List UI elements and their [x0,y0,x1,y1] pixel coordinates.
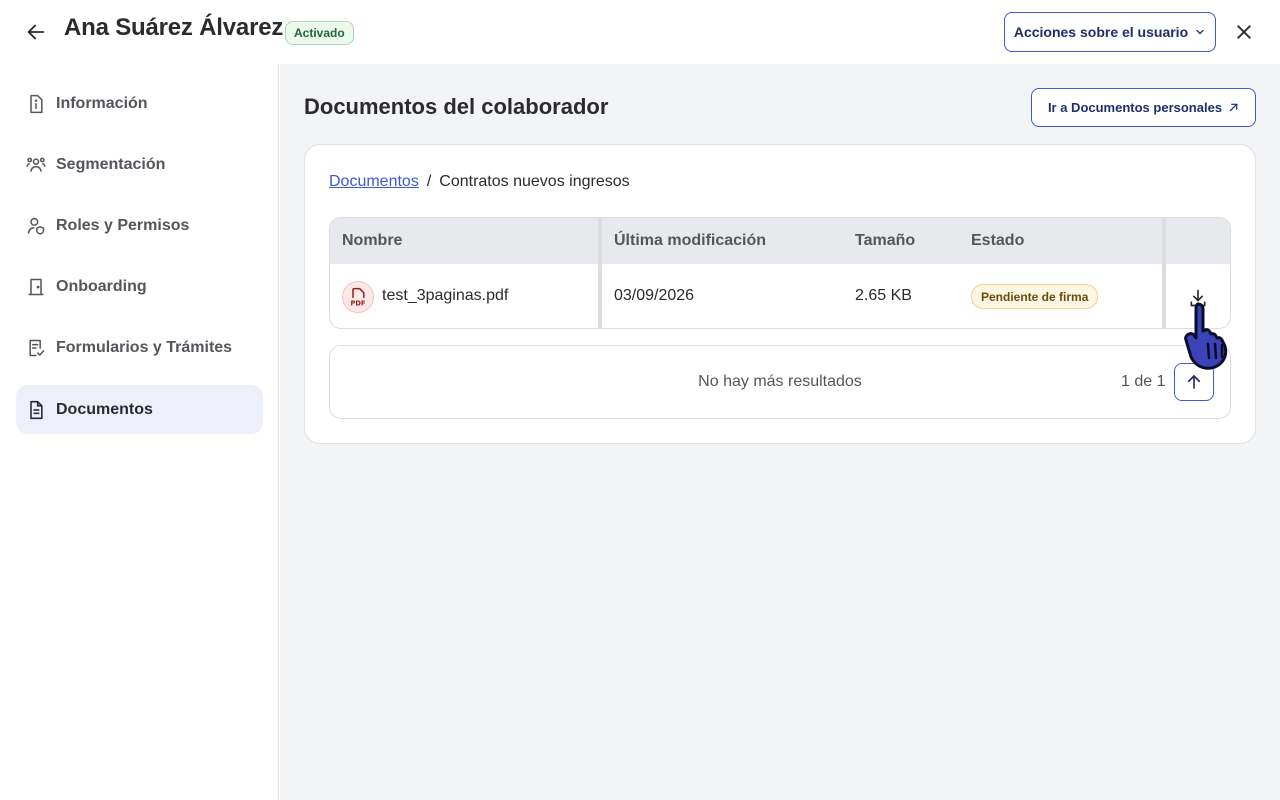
file-size: 2.65 KB [855,287,912,304]
arrow-up-icon [1187,375,1201,389]
sidebar-item-label: Segmentación [56,155,166,173]
column-header-modified[interactable]: Última modificación [614,232,766,250]
breadcrumb-current: Contratos nuevos ingresos [439,173,630,190]
file-name[interactable]: test_3paginas.pdf [382,287,508,305]
sidebar-item-label: Información [56,94,148,112]
svg-text:PDF: PDF [351,299,366,307]
sidebar-item-informacion[interactable]: Información [16,79,263,128]
sidebar-item-label: Onboarding [56,277,147,295]
group-icon [26,155,46,175]
top-header: Ana Suárez Álvarez Activado Acciones sob… [0,0,1280,64]
pagination-bar: No hay más resultados 1 de 1 [329,345,1231,419]
sidebar-item-roles[interactable]: Roles y Permisos [16,201,263,250]
sidebar-item-formularios[interactable]: Formularios y Trámites [16,323,263,372]
column-header-size[interactable]: Tamaño [855,232,915,250]
back-button[interactable] [22,18,50,46]
document-icon [26,400,46,420]
main-content: Documentos del colaborador Ir a Document… [280,64,1280,800]
personal-documents-label: Ir a Documentos personales [1047,100,1223,115]
personal-documents-button[interactable]: Ir a Documentos personales [1031,88,1256,127]
page-title: Documentos del colaborador [304,94,609,119]
breadcrumb-separator: / [426,173,432,190]
door-icon [26,277,46,297]
close-icon [1237,25,1251,39]
user-actions-label: Acciones sobre el usuario [1013,24,1189,40]
sidebar-item-label: Formularios y Trámites [56,338,233,356]
documents-card: Documentos / Contratos nuevos ingresos N… [304,144,1256,444]
sidebar: Información Segmentación Roles y Permiso… [0,64,279,800]
arrow-left-icon [27,24,45,40]
download-icon [1190,289,1206,307]
form-check-icon [26,338,46,358]
table-header: Nombre Última modificación Tamaño Estado [330,218,1230,264]
pdf-file-icon: PDF [342,281,374,313]
column-header-status[interactable]: Estado [971,232,1024,250]
user-name-title: Ana Suárez Álvarez [64,14,284,41]
page-count: 1 de 1 [1121,373,1166,390]
sidebar-item-onboarding[interactable]: Onboarding [16,262,263,311]
sidebar-item-segmentacion[interactable]: Segmentación [16,140,263,189]
chevron-down-icon [1196,29,1204,35]
user-shield-icon [26,216,46,236]
column-divider [598,218,602,328]
sidebar-item-label: Roles y Permisos [56,216,190,234]
status-badge: Activado [285,21,354,45]
breadcrumb-root-link[interactable]: Documentos [329,173,419,191]
sidebar-item-label: Documentos [56,400,153,418]
close-button[interactable] [1230,18,1258,46]
documents-table: Nombre Última modificación Tamaño Estado… [329,217,1231,329]
user-actions-button[interactable]: Acciones sobre el usuario [1004,12,1216,52]
file-status-badge: Pendiente de firma [971,284,1099,309]
no-more-results-text: No hay más resultados [698,373,862,390]
download-button[interactable] [1184,284,1212,312]
column-divider [1162,218,1166,328]
breadcrumb: Documentos / Contratos nuevos ingresos [329,173,630,191]
external-arrow-icon [1229,103,1238,112]
scroll-top-button[interactable] [1174,363,1214,401]
column-header-name[interactable]: Nombre [342,232,402,250]
sidebar-item-documentos[interactable]: Documentos [16,385,263,434]
info-doc-icon [26,94,46,114]
file-modified-date: 03/09/2026 [614,287,695,304]
